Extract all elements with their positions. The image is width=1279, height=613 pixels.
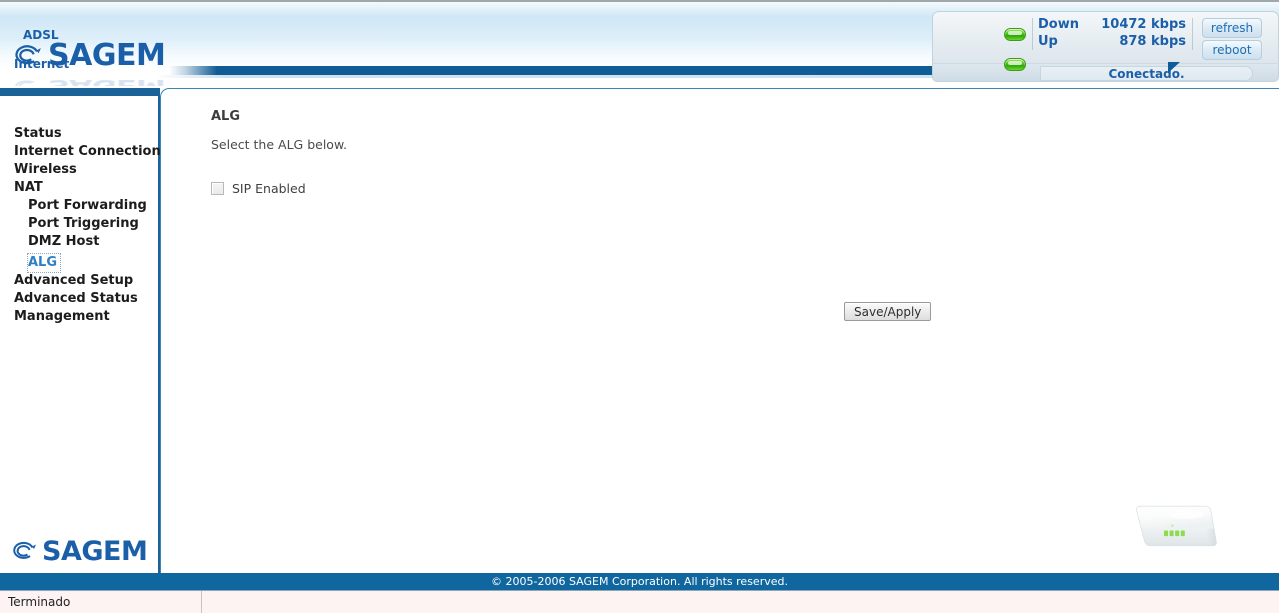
upstream-value: 878 kbps	[1119, 34, 1186, 49]
adsl-status-led-icon	[1004, 28, 1026, 41]
line-rate-block: Down 10472 kbps Up 878 kbps	[1038, 16, 1186, 54]
sagem-logo-footer-text: SAGEM	[42, 536, 148, 567]
sidebar-item-status[interactable]: Status	[0, 125, 158, 143]
sidebar-item-alg[interactable]: ALG	[26, 253, 62, 273]
sidebar-item-dmz-host[interactable]: DMZ Host	[0, 233, 158, 251]
status-panel-divider-1	[1032, 18, 1033, 50]
sagem-swirl-icon	[13, 541, 36, 559]
downstream-value: 10472 kbps	[1101, 17, 1186, 32]
internet-label: Internet	[14, 57, 70, 71]
sidebar-menu: Status Internet Connection Wireless NAT Port…	[0, 125, 161, 326]
save-apply-button[interactable]: Save/Apply	[844, 302, 932, 321]
refresh-button[interactable]: refresh	[1202, 18, 1262, 38]
sagem-logo-reflection: SAGEM	[14, 75, 166, 86]
status-panel-divider-2	[1192, 18, 1193, 50]
sidebar-item-advanced-setup[interactable]: Advanced Setup	[0, 272, 158, 290]
sidebar-item-nat[interactable]: NAT	[0, 179, 158, 197]
browser-status-text: Terminado	[8, 595, 71, 609]
router-device-image	[1136, 505, 1217, 547]
sidebar-top-bar	[0, 88, 160, 96]
header-top-divider	[0, 0, 1279, 2]
upstream-rate-row: Up 878 kbps	[1038, 33, 1186, 50]
internet-status-led-icon	[1004, 58, 1026, 71]
downstream-label: Down	[1038, 17, 1079, 32]
browser-status-divider	[201, 591, 202, 613]
browser-status-bar: Terminado	[0, 590, 1279, 613]
sidebar-item-port-forwarding[interactable]: Port Forwarding	[0, 197, 158, 215]
internet-status-row: Conectado.	[932, 63, 1279, 82]
downstream-rate-row: Down 10472 kbps	[1038, 16, 1186, 33]
page-description: Select the ALG below.	[211, 137, 347, 152]
connection-status-field: Conectado.	[1040, 66, 1253, 81]
sagem-logo-footer: SAGEM	[12, 536, 148, 567]
sidebar-navigation: Status Internet Connection Wireless NAT Port…	[0, 88, 161, 573]
sidebar-item-wireless[interactable]: Wireless	[0, 161, 158, 179]
sagem-swirl-icon	[15, 80, 38, 86]
router-admin-page: SAGEM SAGEM Conectado. ADSL Internet Dow…	[0, 0, 1279, 613]
page-title: ALG	[211, 109, 241, 124]
sip-enabled-checkbox[interactable]	[211, 182, 224, 195]
sidebar-item-advanced-status[interactable]: Advanced Status	[0, 290, 158, 308]
sip-enabled-row: SIP Enabled	[211, 181, 306, 196]
reboot-button[interactable]: reboot	[1202, 40, 1262, 60]
copyright-footer: © 2005-2006 SAGEM Corporation. All right…	[0, 573, 1279, 590]
adsl-label: ADSL	[23, 28, 59, 42]
sip-enabled-label: SIP Enabled	[232, 181, 306, 196]
upstream-label: Up	[1038, 34, 1058, 49]
sidebar-item-internet-connection[interactable]: Internet Connection	[0, 143, 161, 161]
status-panel-corner-accent	[1168, 62, 1180, 73]
copyright-text: © 2005-2006 SAGEM Corporation. All right…	[491, 575, 788, 588]
sidebar-item-management[interactable]: Management	[0, 308, 158, 326]
sagem-logo-text-reflection: SAGEM	[48, 75, 166, 86]
main-content-panel: ALG Select the ALG below. SIP Enabled Sa…	[160, 88, 1279, 573]
sidebar-item-port-triggering[interactable]: Port Triggering	[0, 215, 158, 233]
